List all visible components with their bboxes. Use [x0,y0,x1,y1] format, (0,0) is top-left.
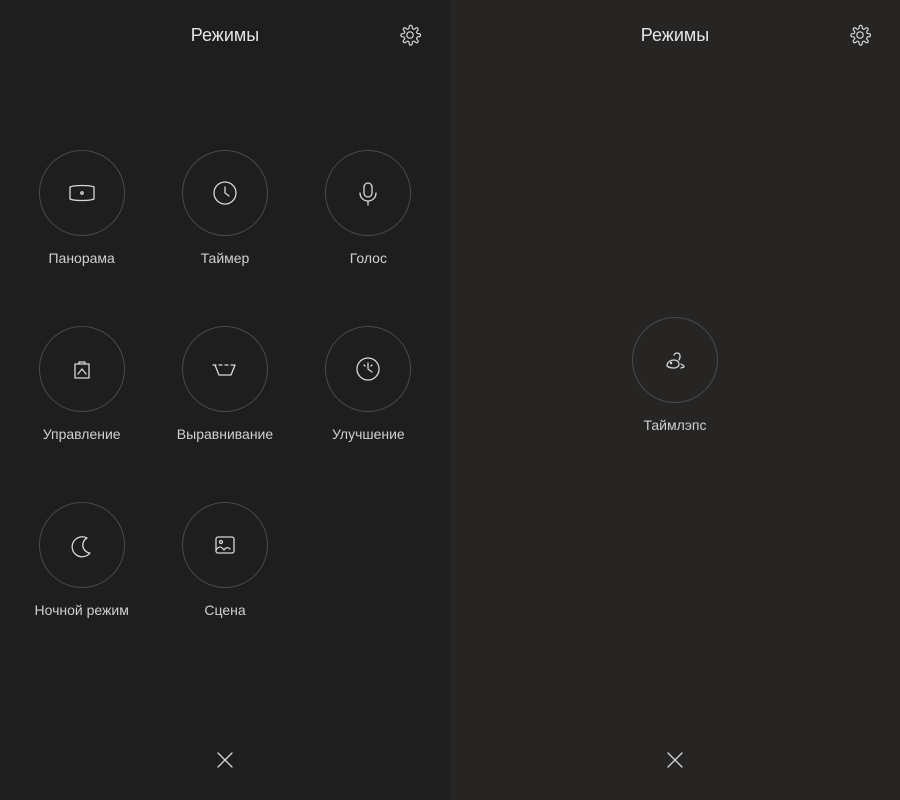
mode-beautify[interactable]: Улучшение [325,326,411,442]
close-icon [213,748,237,772]
mode-straighten[interactable]: Выравнивание [177,326,273,442]
right-pane: Режимы Таймлэпс [450,0,900,800]
timer-icon [208,176,242,210]
mode-label: Панорама [48,250,114,266]
mode-night[interactable]: Ночной режим [34,502,128,618]
page-title: Режимы [191,25,259,46]
close-bar [0,720,450,800]
night-icon [65,528,99,562]
mode-circle [325,150,411,236]
mode-timer[interactable]: Таймер [182,150,268,266]
mode-circle [39,326,125,412]
header: Режимы [0,0,450,70]
straighten-icon [207,351,243,387]
close-button[interactable] [660,745,690,775]
mode-panorama[interactable]: Панорама [39,150,125,266]
mode-circle [182,150,268,236]
mode-label: Управление [43,426,121,442]
mode-label: Выравнивание [177,426,273,442]
voice-icon [351,176,385,210]
mode-circle [325,326,411,412]
mode-timelapse[interactable]: Таймлэпс [632,317,718,433]
timelapse-icon [656,341,694,379]
header: Режимы [450,0,900,70]
panorama-icon [64,175,100,211]
mode-label: Сцена [204,602,245,618]
mode-grid: Панорама Таймер [0,70,450,720]
beautify-icon [351,352,385,386]
mode-scene[interactable]: Сцена [182,502,268,618]
mode-label: Голос [350,250,387,266]
mode-label: Улучшение [332,426,405,442]
gear-icon [399,24,421,46]
mode-label: Таймлэпс [643,417,706,433]
close-icon [663,748,687,772]
manual-icon [65,352,99,386]
settings-button[interactable] [848,23,872,47]
mode-voice[interactable]: Голос [325,150,411,266]
gear-icon [849,24,871,46]
close-bar [450,720,900,800]
mode-circle [39,502,125,588]
mode-label: Ночной режим [34,602,128,618]
mode-circle [632,317,718,403]
mode-circle [182,326,268,412]
left-pane: Режимы Панорама [0,0,450,800]
mode-label: Таймер [201,250,250,266]
mode-grid: Таймлэпс [450,70,900,720]
page-title: Режимы [641,25,709,46]
scene-icon [208,528,242,562]
settings-button[interactable] [398,23,422,47]
mode-manual[interactable]: Управление [39,326,125,442]
mode-circle [39,150,125,236]
mode-circle [182,502,268,588]
close-button[interactable] [210,745,240,775]
